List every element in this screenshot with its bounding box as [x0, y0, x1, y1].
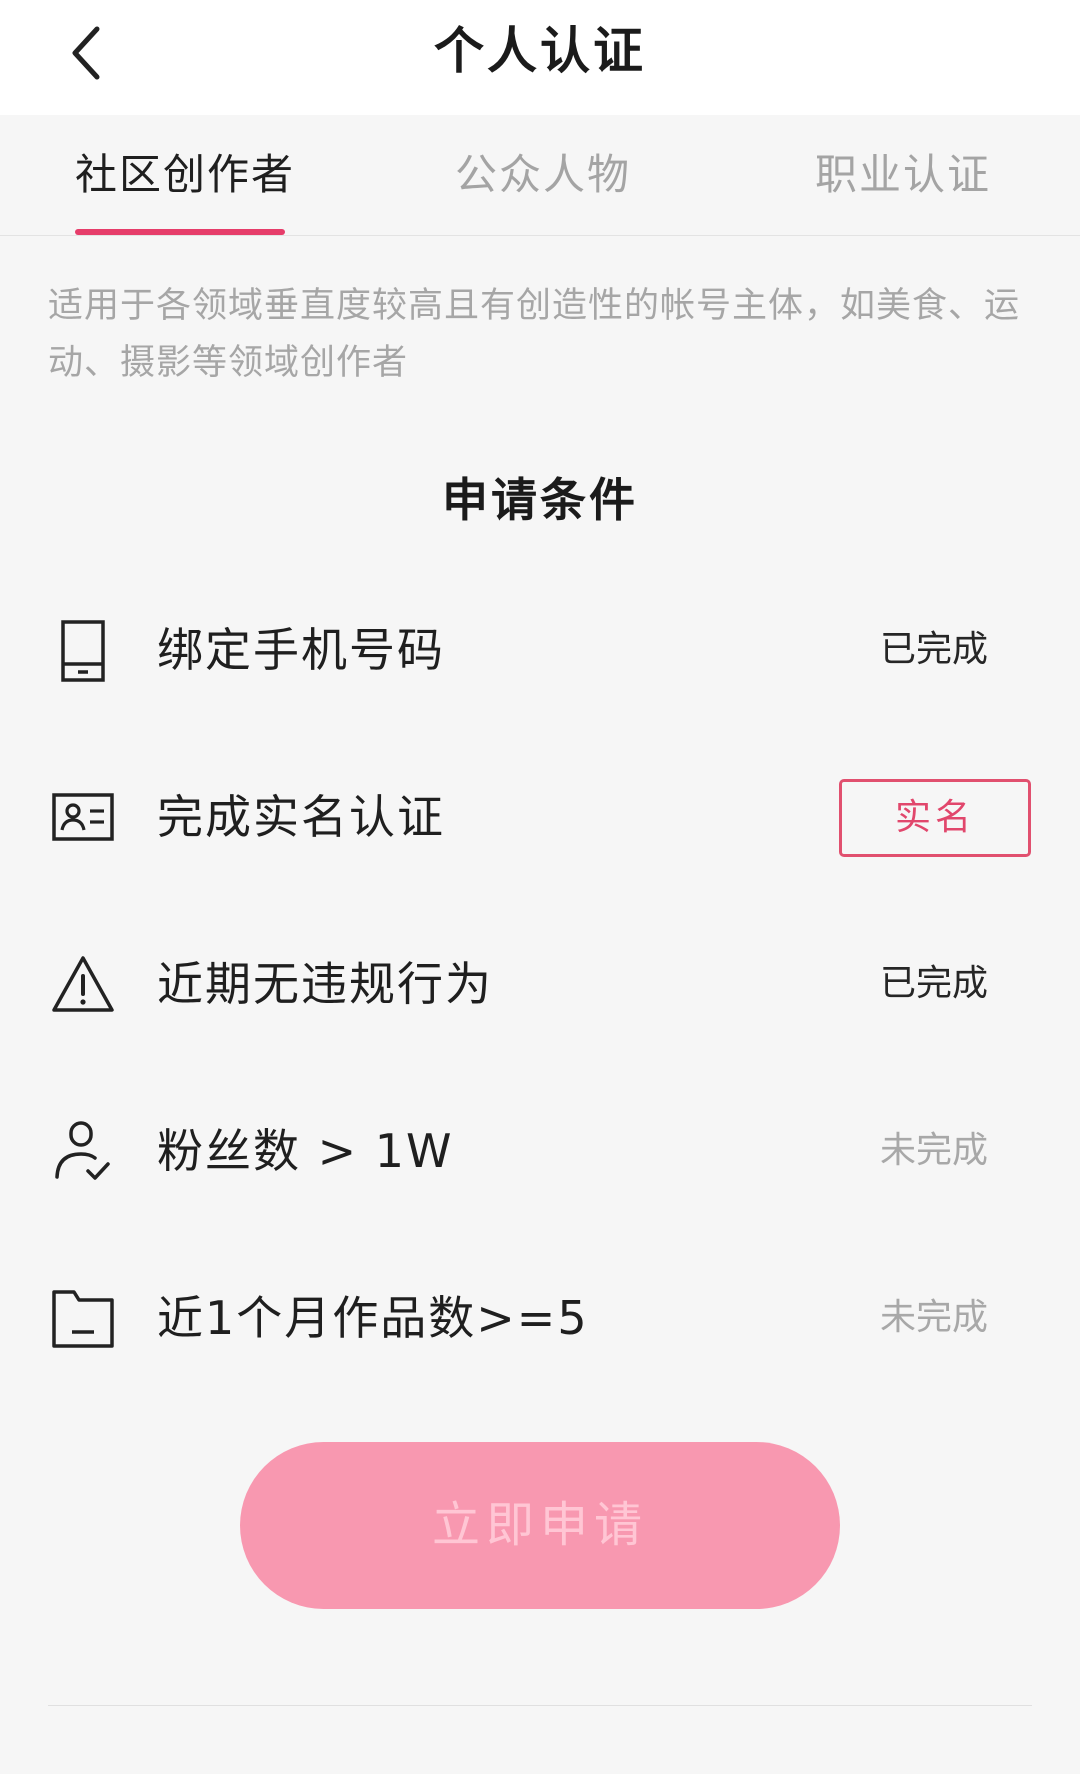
condition-status-pending: 未完成 — [879, 1297, 988, 1338]
condition-row-real-name: 完成实名认证 实名 — [0, 757, 1080, 877]
condition-status-pending: 未完成 — [879, 1130, 988, 1171]
condition-label: 近期无违规行为 — [157, 957, 493, 1011]
id-card-icon — [50, 785, 116, 851]
active-tab-indicator — [75, 229, 285, 235]
condition-status-done: 已完成 — [879, 963, 988, 1004]
condition-label: 绑定手机号码 — [157, 623, 445, 677]
personal-verification-page: 个人认证 社区创作者 公众人物 职业认证 适用于各领域垂直度较高且有创造性的帐号… — [0, 0, 1080, 1774]
folder-icon — [50, 1286, 116, 1352]
condition-row-works: 近1个月作品数>=5 未完成 — [0, 1258, 1080, 1378]
bottom-divider — [48, 1705, 1032, 1706]
warning-icon — [50, 952, 116, 1018]
real-name-button[interactable]: 实名 — [839, 779, 1031, 857]
page-title: 个人认证 — [434, 22, 646, 80]
user-check-icon — [50, 1119, 116, 1185]
tab-community-creator[interactable]: 社区创作者 — [75, 115, 295, 236]
tab-bar: 社区创作者 公众人物 职业认证 — [0, 115, 1080, 236]
phone-icon — [50, 618, 116, 684]
condition-label: 完成实名认证 — [157, 790, 445, 844]
condition-label: 粉丝数 > 1W — [157, 1124, 454, 1178]
apply-now-button[interactable]: 立即申请 — [240, 1442, 840, 1609]
tab-professional-verification[interactable]: 职业认证 — [815, 115, 991, 236]
condition-row-phone: 绑定手机号码 已完成 — [0, 590, 1080, 710]
tab-public-figure[interactable]: 公众人物 — [455, 115, 631, 236]
condition-status-done: 已完成 — [879, 629, 988, 670]
section-title: 申请条件 — [442, 473, 638, 527]
tab-description: 适用于各领域垂直度较高且有创造性的帐号主体，如美食、运动、摄影等领域创作者 — [48, 286, 1021, 383]
condition-label: 近1个月作品数>=5 — [157, 1291, 589, 1345]
header-bar: 个人认证 — [0, 0, 1080, 115]
condition-row-no-violation: 近期无违规行为 已完成 — [0, 924, 1080, 1044]
condition-row-followers: 粉丝数 > 1W 未完成 — [0, 1091, 1080, 1211]
